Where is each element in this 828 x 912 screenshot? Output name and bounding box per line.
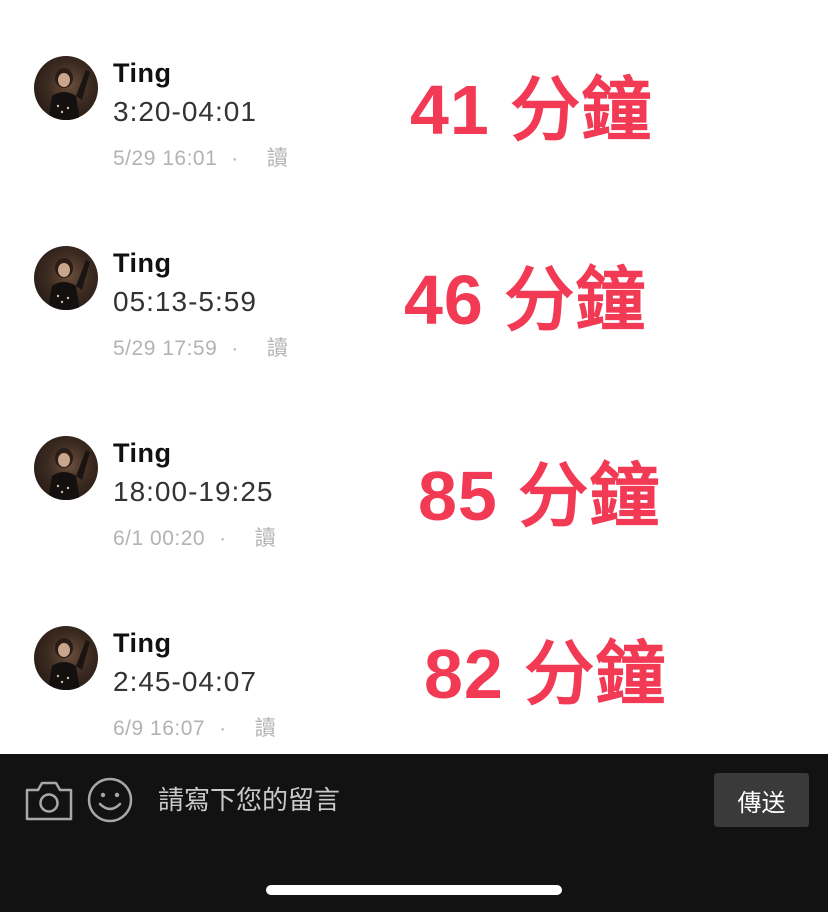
comment-text: 05:13-5:59 bbox=[113, 286, 257, 317]
avatar[interactable] bbox=[34, 626, 98, 690]
meta-separator: · bbox=[231, 337, 239, 360]
comments-screen: Ting 3:20-04:01 5/29 16:01 · 讀 41 分鐘 Ting … bbox=[0, 0, 828, 912]
comment-item: Ting 18:00-19:25 6/1 00:20 · 讀 bbox=[0, 380, 828, 550]
duration-annotation: 41 分鐘 bbox=[410, 71, 653, 149]
comment-author[interactable]: Ting bbox=[113, 58, 172, 89]
avatar[interactable] bbox=[34, 436, 98, 500]
meta-separator: · bbox=[219, 717, 227, 740]
comment-timestamp: 5/29 16:01 bbox=[113, 147, 218, 170]
send-button[interactable]: 傳送 bbox=[714, 773, 809, 827]
comment-author[interactable]: Ting bbox=[113, 628, 172, 659]
smile-icon[interactable] bbox=[86, 776, 134, 824]
comment-timestamp: 5/29 17:59 bbox=[113, 337, 218, 360]
avatar[interactable] bbox=[34, 246, 98, 310]
comment-meta: 6/1 00:20 · 讀 bbox=[113, 522, 276, 552]
camera-icon[interactable] bbox=[24, 778, 74, 822]
read-link[interactable]: 讀 bbox=[267, 147, 289, 170]
meta-separator: · bbox=[231, 147, 239, 170]
duration-annotation: 82 分鐘 bbox=[424, 635, 667, 713]
read-link[interactable]: 讀 bbox=[255, 527, 277, 550]
comment-timestamp: 6/9 16:07 bbox=[113, 717, 206, 740]
comment-author[interactable]: Ting bbox=[113, 438, 172, 469]
duration-annotation: 46 分鐘 bbox=[404, 261, 647, 339]
comment-text: 3:20-04:01 bbox=[113, 96, 257, 127]
avatar[interactable] bbox=[34, 56, 98, 120]
meta-separator: · bbox=[219, 527, 227, 550]
read-link[interactable]: 讀 bbox=[255, 717, 277, 740]
home-indicator[interactable] bbox=[266, 885, 562, 895]
comment-text: 18:00-19:25 bbox=[113, 476, 274, 507]
comment-timestamp: 6/1 00:20 bbox=[113, 527, 206, 550]
comment-meta: 5/29 17:59 · 讀 bbox=[113, 332, 288, 362]
comment-meta: 6/9 16:07 · 讀 bbox=[113, 712, 276, 742]
comment-meta: 5/29 16:01 · 讀 bbox=[113, 142, 288, 172]
comment-author[interactable]: Ting bbox=[113, 248, 172, 279]
read-link[interactable]: 讀 bbox=[267, 337, 289, 360]
comment-text: 2:45-04:07 bbox=[113, 666, 257, 697]
comment-item: Ting 2:45-04:07 6/9 16:07 · 讀 bbox=[0, 570, 828, 740]
duration-annotation: 85 分鐘 bbox=[418, 457, 661, 535]
comment-input[interactable] bbox=[158, 782, 698, 820]
